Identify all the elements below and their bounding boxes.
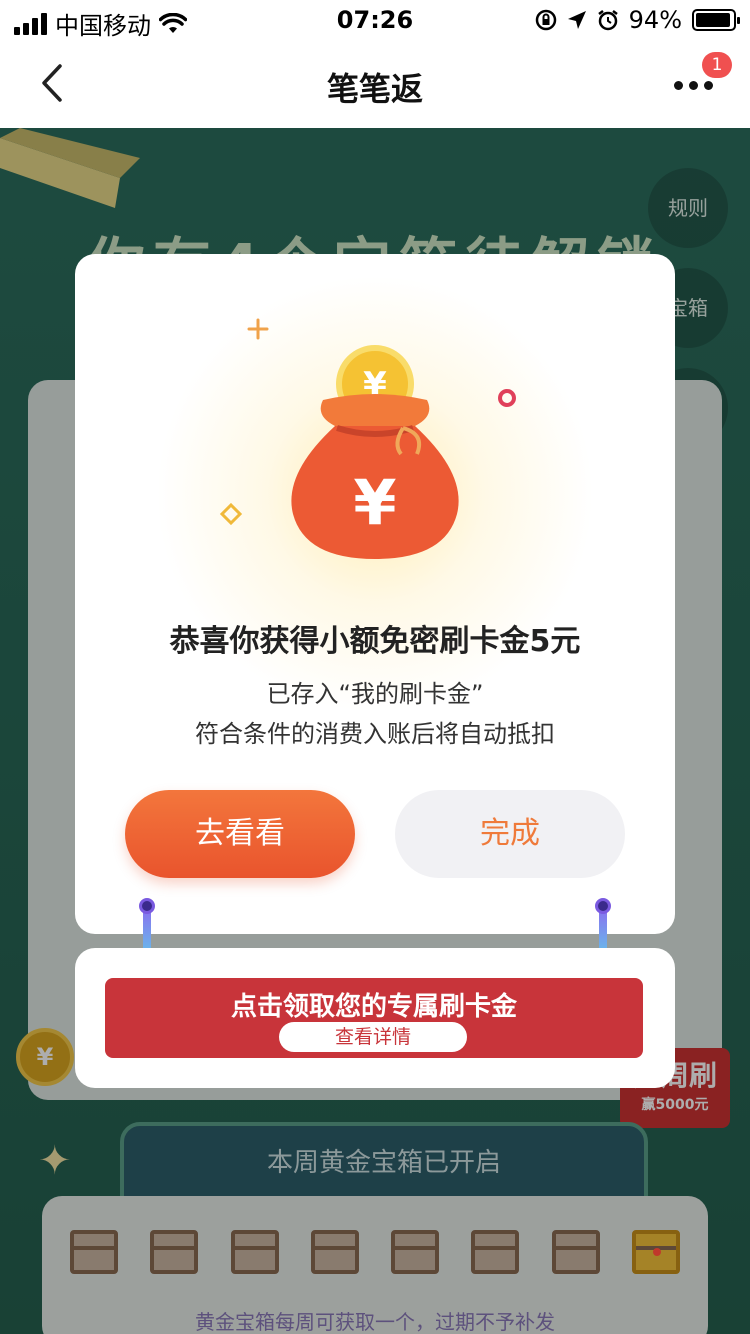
rotation-lock-icon: [535, 9, 556, 31]
status-right: 94%: [535, 6, 740, 34]
diamond-sparkle-icon: [219, 502, 243, 526]
bag-symbol: ¥: [353, 466, 396, 539]
plus-sparkle-icon: [247, 318, 269, 340]
money-bag-icon: ¥ ¥: [291, 345, 459, 559]
ring-sparkle-icon: [498, 389, 516, 407]
battery-level: [696, 13, 730, 27]
navigation-bar: 笔笔返 1: [0, 40, 750, 128]
promo-title: 点击领取您的专属刷卡金: [230, 992, 517, 1022]
location-icon: [567, 11, 586, 29]
connector-dot: [139, 898, 155, 914]
battery-percent: 94%: [628, 6, 682, 34]
reward-title: 恭喜你获得小额免密刷卡金5元: [169, 624, 581, 659]
reward-modal: ¥ ¥ 恭喜你获得小额免密刷卡金5元 已存入“我的刷卡金” 符合条件的消费入账后…: [75, 254, 675, 934]
view-details-button[interactable]: 查看详情: [279, 1022, 467, 1052]
done-button[interactable]: 完成: [395, 790, 625, 878]
status-bar: 中国移动 07:26 94%: [0, 0, 750, 40]
notification-badge: 1: [702, 52, 732, 78]
page-title: 笔笔返: [326, 70, 423, 108]
connector-dot: [595, 898, 611, 914]
promo-banner[interactable]: 点击领取您的专属刷卡金 查看详情: [105, 978, 643, 1058]
promo-card: 点击领取您的专属刷卡金 查看详情: [75, 948, 675, 1088]
reward-line-2: 符合条件的消费入账后将自动抵扣: [195, 720, 555, 748]
reward-line-1: 已存入“我的刷卡金”: [266, 680, 484, 708]
alarm-icon: [597, 10, 618, 31]
view-button[interactable]: 去看看: [125, 790, 355, 878]
battery-icon: [692, 9, 740, 31]
